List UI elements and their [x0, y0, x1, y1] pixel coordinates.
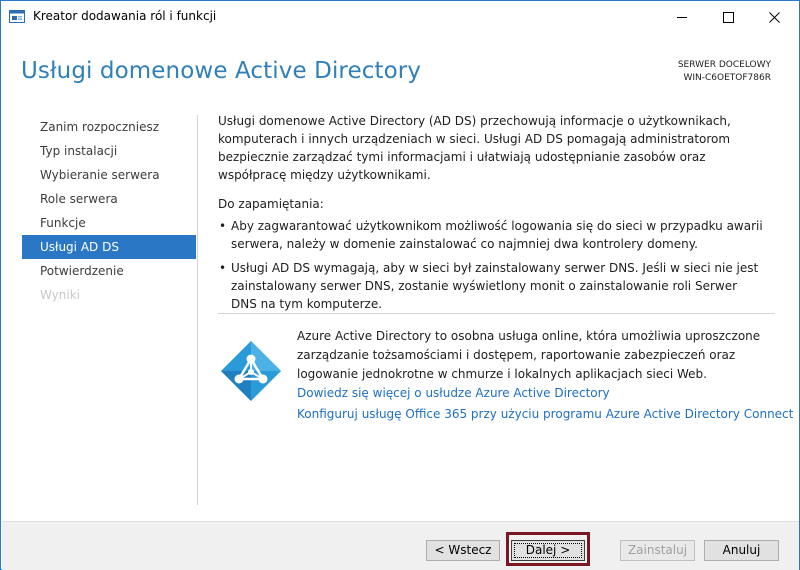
wizard-steps-nav: Zanim rozpoczniesz Typ instalacji Wybier…: [22, 115, 196, 307]
next-button-focus-rect: [514, 543, 582, 558]
cancel-button[interactable]: Anuluj: [704, 540, 779, 561]
maximize-icon: [722, 11, 734, 23]
nav-divider: [197, 115, 198, 505]
install-button-label: Zainstaluj: [627, 543, 688, 557]
close-button[interactable]: [751, 1, 797, 33]
section-divider: [218, 313, 775, 314]
page-title: Usługi domenowe Active Directory: [21, 58, 422, 84]
next-button[interactable]: Dalej >: [511, 540, 585, 561]
close-icon: [768, 11, 780, 23]
nav-item-before-you-begin[interactable]: Zanim rozpoczniesz: [22, 115, 196, 139]
wizard-window: Kreator dodawania ról i funkcji Usługi d…: [0, 0, 800, 570]
nav-item-confirmation[interactable]: Potwierdzenie: [22, 259, 196, 283]
notes-list: • Aby zagwarantować użytkownikom możliwo…: [218, 217, 763, 313]
title-bar[interactable]: Kreator dodawania ról i funkcji: [1, 1, 799, 33]
cancel-button-label: Anuluj: [722, 543, 761, 557]
nav-item-installation-type[interactable]: Typ instalacji: [22, 139, 196, 163]
notes-title: Do zapamiętania:: [218, 197, 324, 211]
maximize-button[interactable]: [705, 1, 751, 33]
azure-ad-icon: [219, 339, 283, 403]
minimize-button[interactable]: [659, 1, 705, 33]
azure-description: Azure Active Directory to osobna usługa …: [297, 329, 761, 381]
bullet-icon: •: [219, 219, 227, 233]
target-server-label: SERWER DOCELOWY: [677, 60, 771, 70]
nav-item-results: Wyniki: [40, 288, 80, 302]
nav-item-features[interactable]: Funkcje: [22, 211, 196, 235]
back-button-label: < Wstecz: [434, 543, 492, 557]
note-text: Aby zagwarantować użytkownikom możliwość…: [231, 219, 763, 251]
intro-text: Usługi domenowe Active Directory (AD DS)…: [218, 114, 731, 182]
learn-more-azure-link[interactable]: Dowiedz się więcej o usłudze Azure Activ…: [297, 384, 767, 403]
minimize-icon: [676, 16, 687, 18]
list-item: • Aby zagwarantować użytkownikom możliwo…: [218, 217, 763, 253]
list-item: • Usługi AD DS wymagają, aby w sieci był…: [218, 259, 763, 313]
main-content: Usługi domenowe Active Directory (AD DS)…: [218, 112, 763, 319]
target-server-info: SERWER DOCELOWY WIN-C6OETOF786R: [678, 59, 771, 85]
install-button: Zainstaluj: [620, 540, 695, 561]
nav-item-ad-ds[interactable]: Usługi AD DS: [22, 235, 196, 259]
server-manager-icon: [9, 10, 25, 24]
window-title: Kreator dodawania ról i funkcji: [33, 9, 217, 23]
azure-ad-info: Azure Active Directory to osobna usługa …: [297, 327, 793, 424]
nav-item-server-selection[interactable]: Wybieranie serwera: [22, 163, 196, 187]
configure-office365-link[interactable]: Konfiguruj usługę Office 365 przy użyciu…: [297, 405, 793, 424]
bullet-icon: •: [219, 261, 227, 275]
note-text: Usługi AD DS wymagają, aby w sieci był z…: [231, 261, 759, 311]
target-server-name: WIN-C6OETOF786R: [683, 73, 771, 83]
nav-item-server-roles[interactable]: Role serwera: [22, 187, 196, 211]
back-button[interactable]: < Wstecz: [426, 540, 500, 561]
